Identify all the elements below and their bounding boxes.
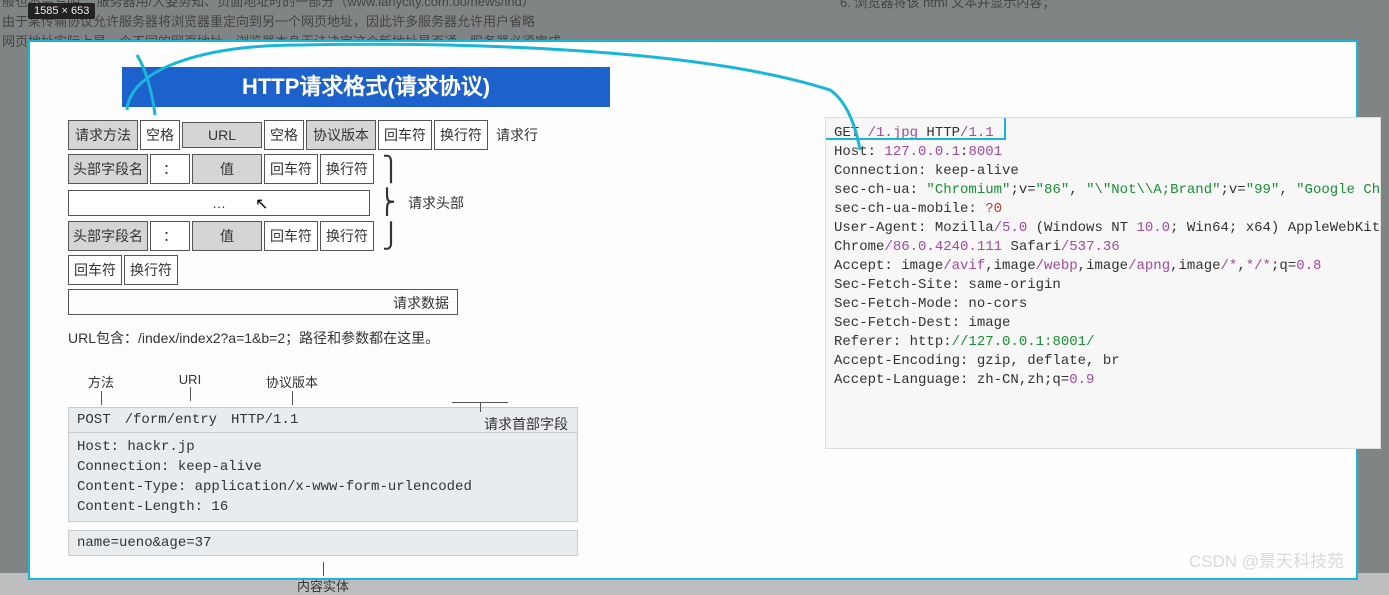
url-note: URL包含：/index/index2?a=1&b=2；路径和参数都在这里。 (68, 328, 439, 348)
example-headers: Host: hackr.jp Connection: keep-alive Co… (68, 433, 578, 522)
cell: 值 (192, 221, 262, 251)
cell: 空格 (140, 120, 180, 150)
uri: /form/entry (125, 412, 217, 428)
label-headers: 请求头部 (402, 193, 464, 213)
hdr-line: Content-Type: application/x-www-form-url… (77, 477, 569, 497)
diagram-row-request-line: 请求方法 空格 URL 空格 协议版本 回车符 换行符 请求行 (68, 120, 578, 150)
code-line: Connection: keep-alive (834, 162, 1372, 181)
selected-image-frame: HTTP请求格式(请求协议) 请求方法 空格 URL 空格 协议版本 回车符 换… (28, 40, 1358, 580)
label-body: 请求数据 (68, 289, 458, 315)
cell: 换行符 (124, 255, 178, 285)
request-format-diagram: 请求方法 空格 URL 空格 协议版本 回车符 换行符 请求行 头部字段名 ： … (68, 120, 578, 315)
cell: 回车符 (264, 221, 318, 251)
code-line: User-Agent: Mozilla/5.0 (Windows NT 10.0… (834, 219, 1372, 238)
code-line: Accept-Encoding: gzip, deflate, br (834, 352, 1372, 371)
brace-icon: ⎭ (376, 222, 406, 251)
code-line: Referer: http://127.0.0.1:8001/ (834, 333, 1372, 352)
label-request-line: 请求行 (490, 125, 538, 145)
label-entity: 内容实体 (68, 576, 578, 595)
cell: 空格 (264, 120, 304, 150)
example-top-labels: 方法 URI 协议版本 (68, 372, 578, 405)
diagram-row-blank: 回车符 换行符 (68, 255, 578, 285)
cell: 协议版本 (306, 120, 376, 150)
code-line: Sec-Fetch-Mode: no-cors (834, 295, 1372, 314)
code-line: Accept: image/avif,image/webp,image/apng… (834, 257, 1372, 276)
cell: 换行符 (320, 154, 374, 184)
hdr-line: Host: hackr.jp (77, 437, 569, 457)
cell: ： (150, 154, 190, 184)
hdr-line: Content-Length: 16 (77, 497, 569, 517)
header-tick-icon (452, 402, 508, 403)
cell: 请求方法 (68, 120, 138, 150)
cell: 头部字段名 (68, 221, 148, 251)
version: HTTP/1.1 (231, 412, 298, 428)
cell: ： (150, 221, 190, 251)
code-line: sec-ch-ua: "Chromium";v="86", "\"Not\\A;… (834, 181, 1372, 200)
watermark: CSDN @景天科技苑 (1189, 547, 1344, 572)
brace-icon: ⎫ (376, 155, 406, 184)
ellipsis: … (68, 190, 370, 216)
code-line: Host: 127.0.0.1:8001 (834, 143, 1372, 162)
label: URI (179, 372, 201, 387)
diagram-row-header: 头部字段名 ： 值 回车符 换行符 ⎭ (68, 221, 578, 251)
background-right: 6. 浏览器将该 html 文本并显示内容； (840, 0, 1380, 11)
example-block: 方法 URI 协议版本 请求首部字段 POST /form/entry HTTP… (68, 372, 578, 595)
ribbon-title: HTTP请求格式(请求协议) (122, 67, 610, 107)
entity-tick-icon (323, 562, 324, 576)
code-line: GET /1.jpg HTTP/1.1 (834, 124, 1372, 143)
left-column: HTTP请求格式(请求协议) 请求方法 空格 URL 空格 协议版本 回车符 换… (62, 52, 610, 576)
label: 协议版本 (266, 375, 318, 390)
diagram-row-header: 头部字段名 ： 值 回车符 换行符 ⎫ (68, 154, 578, 184)
code-line: Sec-Fetch-Site: same-origin (834, 276, 1372, 295)
code-line: Sec-Fetch-Dest: image (834, 314, 1372, 333)
label: 方法 (88, 375, 114, 390)
cell: 回车符 (264, 154, 318, 184)
example-body: name=ueno&age=37 (68, 530, 578, 556)
bg-line: 由于某传输协议允许服务器将浏览器重定向到另一个网页地址，因此许多服务器允许用户省… (2, 12, 762, 32)
code-line: sec-ch-ua-mobile: ?0 (834, 200, 1372, 219)
cell: URL (182, 122, 262, 148)
cursor-icon: ↖ (255, 194, 268, 214)
bg-line: 般也不会写明。 服务器用/大姿势知、页面地址时的一部分（www.lanycity… (2, 0, 762, 12)
dimension-badge: 1585 × 653 (28, 3, 95, 19)
label-header-fields: 请求首部字段 (484, 414, 568, 434)
hdr-line: Connection: keep-alive (77, 457, 569, 477)
cell: 回车符 (378, 120, 432, 150)
cell: 换行符 (320, 221, 374, 251)
cell: 换行符 (434, 120, 488, 150)
cell: 值 (192, 154, 262, 184)
http-request-code: GET /1.jpg HTTP/1.1 Host: 127.0.0.1:8001… (825, 117, 1381, 449)
code-line: Chrome/86.0.4240.111 Safari/537.36 (834, 238, 1372, 257)
cell: 头部字段名 (68, 154, 148, 184)
cell: 回车符 (68, 255, 122, 285)
diagram-row-ellipsis: … ⎬ 请求头部 (68, 188, 578, 217)
brace-icon: ⎬ (372, 188, 402, 217)
code-line: Accept-Language: zh-CN,zh;q=0.9 (834, 371, 1372, 390)
method: POST (77, 412, 111, 428)
